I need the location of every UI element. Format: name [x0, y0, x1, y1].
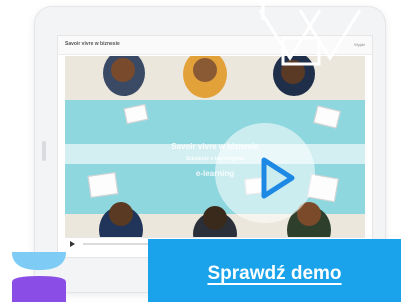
person-illustration [203, 206, 227, 230]
course-title: Savoir vivre w biznesie [65, 41, 120, 47]
person-illustration [111, 58, 135, 82]
demo-cta-button[interactable]: Sprawdź demo [148, 239, 401, 302]
video-overlay-title: Savoir vivre w biznesie [171, 142, 259, 151]
logo-mark-icon [12, 252, 66, 302]
play-icon[interactable] [258, 156, 298, 200]
tablet-side-button [42, 141, 46, 161]
video-overlay-subtitle: Szkolenie e-learningowe [185, 156, 245, 162]
person-illustration [109, 202, 133, 226]
control-play-icon[interactable] [70, 241, 75, 247]
person-illustration [193, 58, 217, 82]
decorative-shapes [258, 0, 362, 66]
demo-cta-label[interactable]: Sprawdź demo [148, 263, 401, 285]
